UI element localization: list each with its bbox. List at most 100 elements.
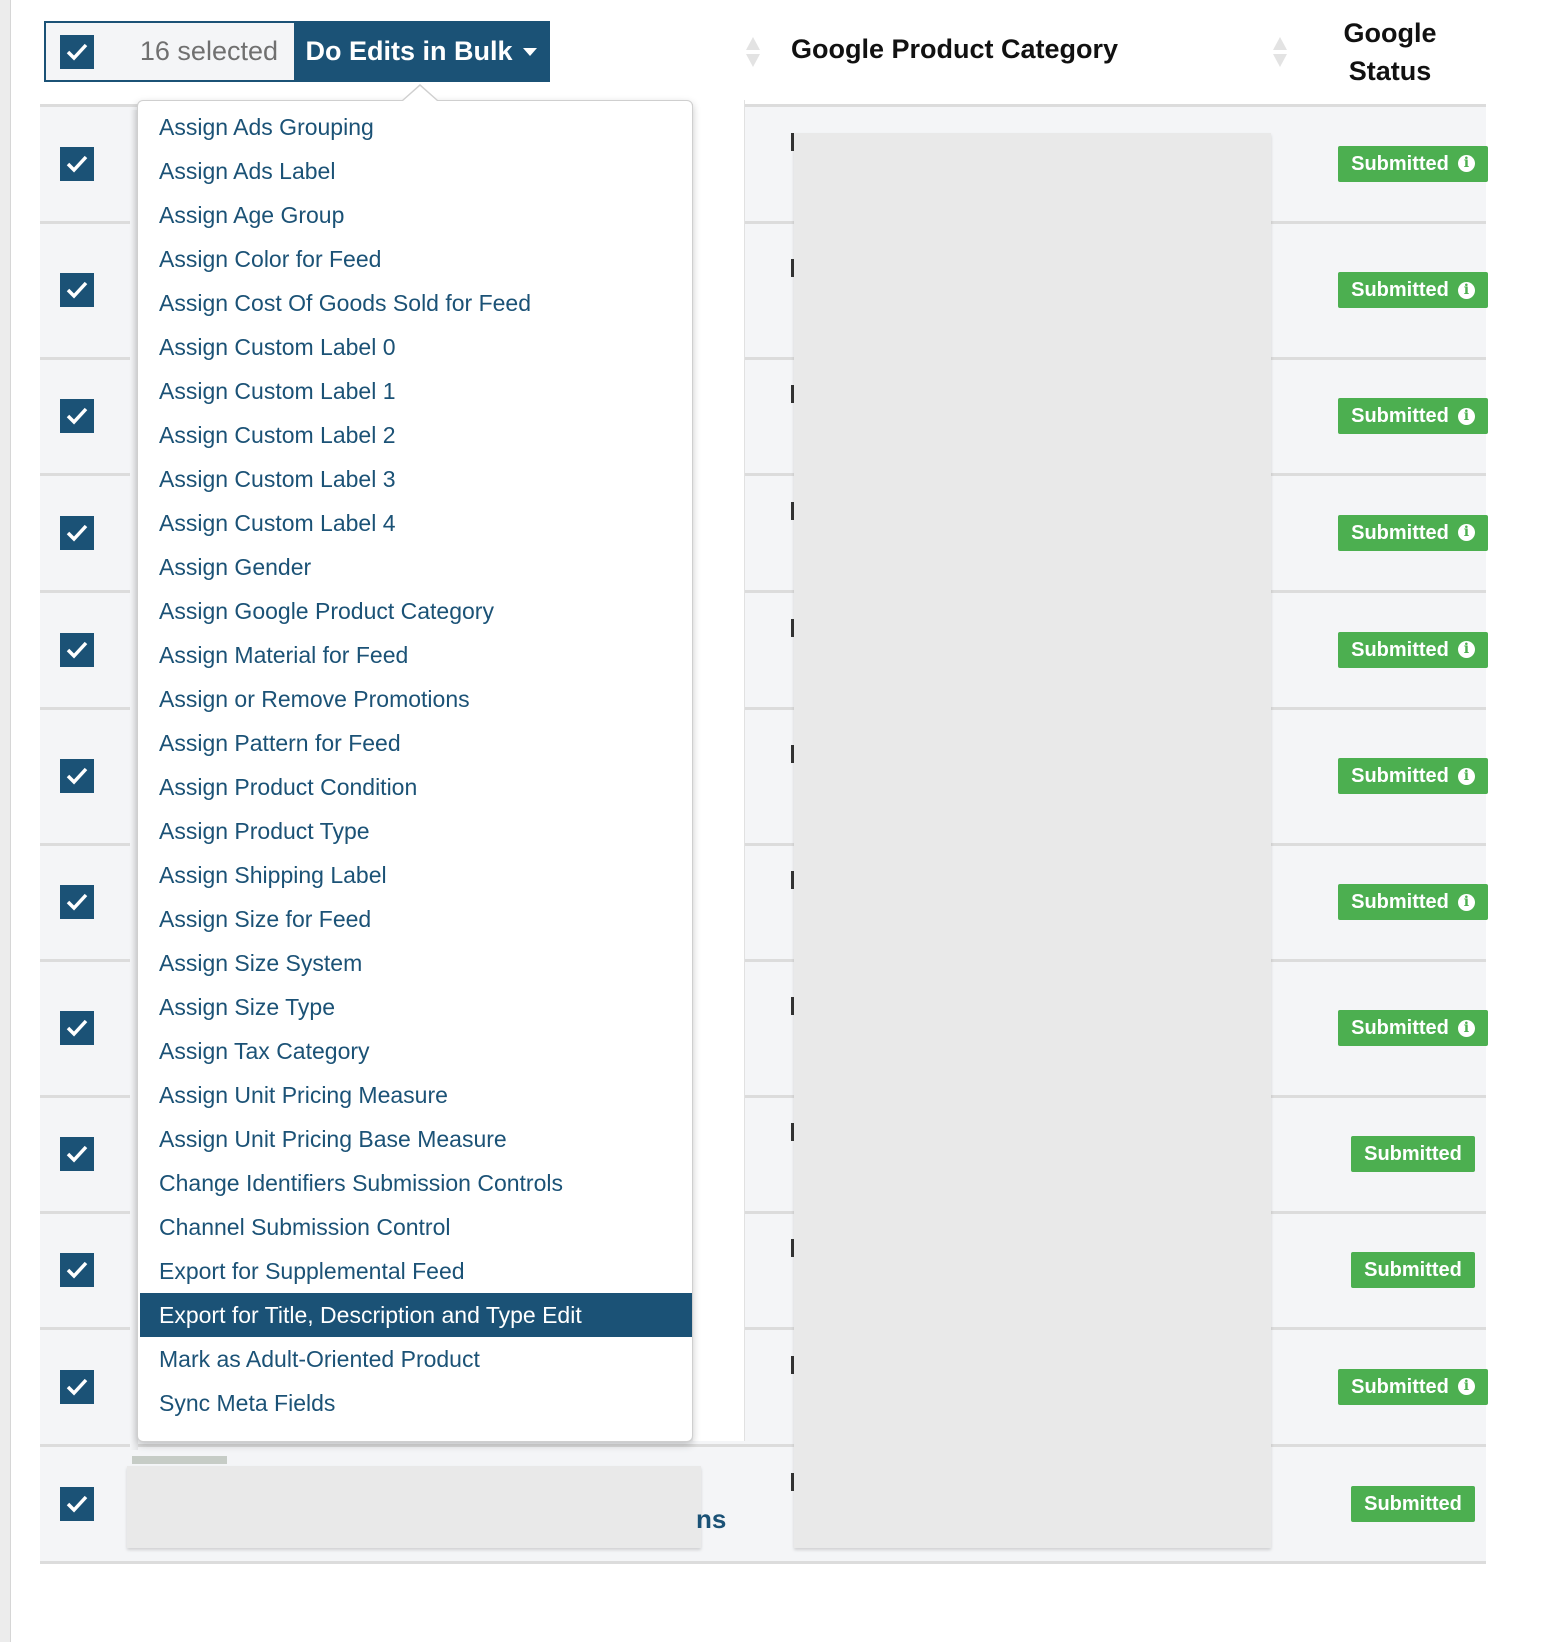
- status-badge[interactable]: Submitted i: [1338, 631, 1488, 668]
- status-label: Submitted: [1351, 152, 1449, 175]
- menu-item[interactable]: Assign Size Type: [138, 985, 692, 1029]
- info-icon[interactable]: i: [1457, 1378, 1475, 1395]
- google-status-cell: Submitted i: [1338, 884, 1488, 920]
- redacted-category-column: [794, 133, 1271, 1548]
- bulk-button-label: Do Edits in Bulk: [305, 36, 513, 66]
- menu-item[interactable]: Assign Unit Pricing Measure: [138, 1073, 692, 1117]
- menu-item[interactable]: Assign Custom Label 2: [138, 413, 692, 457]
- sort-icon[interactable]: [746, 37, 760, 67]
- menu-item[interactable]: Export for Title, Description and Type E…: [140, 1293, 692, 1337]
- menu-item[interactable]: Assign Size System: [138, 941, 692, 985]
- status-badge[interactable]: Submitted i: [1338, 514, 1488, 551]
- google-status-cell: Submitted i: [1338, 272, 1488, 308]
- info-icon[interactable]: i: [1457, 155, 1475, 172]
- status-badge[interactable]: Submitted i: [1338, 272, 1488, 308]
- select-all-checkbox[interactable]: [60, 35, 94, 69]
- checkmark-icon: [66, 1378, 88, 1396]
- sort-icon[interactable]: [1273, 37, 1287, 67]
- checkmark-icon: [66, 155, 88, 173]
- info-icon[interactable]: i: [1457, 281, 1475, 299]
- menu-item[interactable]: Assign Material for Feed: [138, 633, 692, 677]
- menu-item[interactable]: Assign Size for Feed: [138, 897, 692, 941]
- menu-item[interactable]: Mark as Adult-Oriented Product: [138, 1337, 692, 1381]
- menu-item[interactable]: Export for Supplemental Feed: [138, 1249, 692, 1293]
- left-rail: [0, 0, 11, 1642]
- menu-item[interactable]: Assign Custom Label 4: [138, 501, 692, 545]
- menu-item[interactable]: Assign Shipping Label: [138, 853, 692, 897]
- row-checkbox[interactable]: [60, 515, 94, 550]
- menu-item[interactable]: Assign Custom Label 0: [138, 325, 692, 369]
- status-label: Submitted: [1364, 1259, 1462, 1281]
- menu-item[interactable]: Change Identifiers Submission Controls: [138, 1161, 692, 1205]
- status-badge[interactable]: Submitted i: [1338, 1368, 1488, 1405]
- menu-item[interactable]: Assign Tax Category: [138, 1029, 692, 1073]
- bulk-edit-dropdown-menu: Assign Ads Grouping Assign Ads Label Assig…: [137, 100, 693, 1442]
- info-icon[interactable]: i: [1457, 641, 1475, 658]
- row-checkbox[interactable]: [60, 759, 94, 793]
- menu-item[interactable]: Assign Custom Label 1: [138, 369, 692, 413]
- row-checkbox[interactable]: [60, 1137, 94, 1171]
- status-badge[interactable]: Submitted: [1351, 1136, 1475, 1172]
- row-checkbox[interactable]: [60, 1253, 94, 1287]
- menu-item[interactable]: Assign Cost Of Goods Sold for Feed: [138, 281, 692, 325]
- row-checkbox[interactable]: [60, 399, 94, 433]
- menu-item[interactable]: Assign or Remove Promotions: [138, 677, 692, 721]
- row-checkbox[interactable]: [60, 146, 94, 181]
- status-label: Submitted: [1351, 1017, 1449, 1039]
- status-label: Submitted: [1351, 891, 1449, 913]
- info-icon[interactable]: i: [1457, 1019, 1475, 1037]
- menu-item[interactable]: Assign Ads Label: [138, 149, 692, 193]
- status-badge[interactable]: Submitted i: [1338, 145, 1488, 182]
- menu-item[interactable]: Assign Color for Feed: [138, 237, 692, 281]
- google-status-cell: Submitted i: [1338, 398, 1488, 434]
- status-label: Submitted: [1351, 405, 1449, 427]
- row-checkbox[interactable]: [60, 1011, 94, 1045]
- menu-item[interactable]: Assign Google Product Category: [138, 589, 692, 633]
- menu-item[interactable]: Assign Ads Grouping: [138, 105, 692, 149]
- status-badge[interactable]: Submitted: [1351, 1252, 1475, 1288]
- checkmark-icon: [66, 407, 88, 425]
- info-icon[interactable]: i: [1457, 767, 1475, 785]
- menu-item[interactable]: Assign Unit Pricing Base Measure: [138, 1117, 692, 1161]
- menu-item[interactable]: Assign Custom Label 3: [138, 457, 692, 501]
- product-title-fragment[interactable]: ns: [696, 1504, 726, 1535]
- menu-item[interactable]: Assign Gender: [138, 545, 692, 589]
- checkmark-icon: [66, 1145, 88, 1163]
- status-badge[interactable]: Submitted i: [1338, 398, 1488, 434]
- bulk-selection-bar: 16 selected Do Edits in Bulk: [44, 21, 550, 82]
- menu-item[interactable]: Channel Submission Control: [138, 1205, 692, 1249]
- row-checkbox[interactable]: [60, 273, 94, 307]
- google-status-cell: Submitted i: [1338, 631, 1488, 668]
- row-checkbox[interactable]: [60, 885, 94, 919]
- google-status-cell: Submitted i: [1338, 758, 1488, 794]
- dropdown-extension: [693, 100, 745, 1441]
- status-label: Submitted: [1351, 279, 1449, 301]
- column-header-google-status[interactable]: Google Status: [1330, 14, 1450, 90]
- checkmark-icon: [66, 524, 88, 542]
- do-edits-in-bulk-button[interactable]: Do Edits in Bulk: [294, 23, 548, 80]
- info-icon[interactable]: i: [1457, 524, 1475, 541]
- menu-item[interactable]: Assign Product Condition: [138, 765, 692, 809]
- checkmark-icon: [66, 281, 88, 299]
- menu-item[interactable]: Assign Product Type: [138, 809, 692, 853]
- status-badge[interactable]: Submitted: [1351, 1485, 1475, 1522]
- info-icon[interactable]: i: [1457, 407, 1475, 425]
- checkmark-icon: [66, 1019, 88, 1037]
- status-badge[interactable]: Submitted i: [1338, 1010, 1488, 1046]
- row-checkbox[interactable]: [60, 1486, 94, 1521]
- status-badge[interactable]: Submitted i: [1338, 758, 1488, 794]
- status-label: Submitted: [1351, 765, 1449, 787]
- info-icon[interactable]: i: [1457, 893, 1475, 911]
- checkmark-icon: [66, 893, 88, 911]
- menu-item[interactable]: Assign Age Group: [138, 193, 692, 237]
- menu-item[interactable]: Sync Meta Fields: [138, 1381, 692, 1425]
- status-badge[interactable]: Submitted i: [1338, 884, 1488, 920]
- checkmark-icon: [66, 641, 88, 659]
- row-checkbox[interactable]: [60, 632, 94, 667]
- column-header-google-product-category[interactable]: Google Product Category: [791, 34, 1118, 65]
- checkmark-icon: [66, 767, 88, 785]
- status-label: Submitted: [1351, 638, 1449, 661]
- row-checkbox[interactable]: [60, 1369, 94, 1404]
- menu-item[interactable]: Assign Pattern for Feed: [138, 721, 692, 765]
- google-status-cell: Submitted i: [1338, 514, 1488, 551]
